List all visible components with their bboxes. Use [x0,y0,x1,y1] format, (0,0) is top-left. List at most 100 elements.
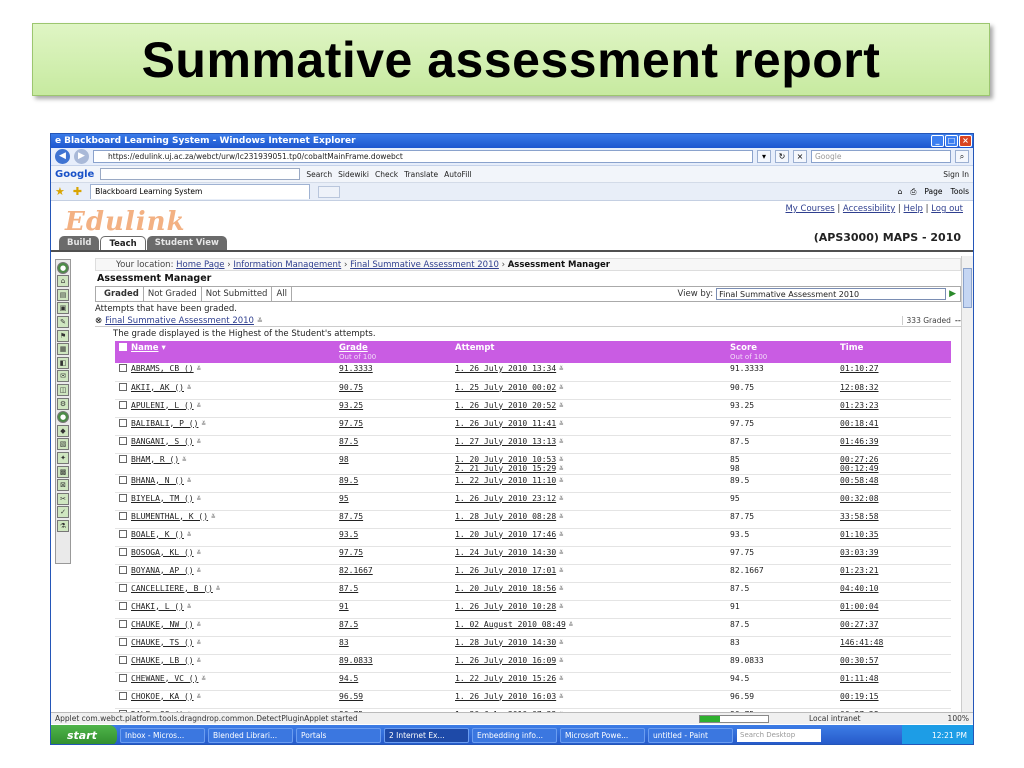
link-my-courses[interactable]: My Courses [785,204,834,214]
action-menu-icon[interactable]: ≚ [559,675,563,683]
breadcrumb-information-management[interactable]: Information Management [233,260,341,270]
student-name-link[interactable]: CANCELLIERE, B () [131,584,213,593]
tab-not-graded[interactable]: Not Graded [144,287,202,301]
action-menu-icon[interactable]: ≚ [197,365,201,373]
action-menu-icon[interactable]: ≚ [559,639,563,647]
student-name-link[interactable]: BHAM, R () [131,455,179,464]
back-arrow-icon[interactable]: ◀ [55,149,70,164]
go-arrow-icon[interactable]: ▶ [949,289,956,299]
home-icon[interactable]: ⌂ [898,187,903,197]
time-link[interactable]: 00:32:08 [840,494,879,503]
action-menu-icon[interactable]: ≚ [559,513,563,521]
attempt-link[interactable]: 1. 22 July 2010 15:26 [455,674,556,683]
action-menu-icon[interactable]: ≚ [197,621,201,629]
tool-icon[interactable]: ✓ [57,506,69,519]
tool-icon[interactable]: ⚗ [57,519,69,532]
time-link[interactable]: 00:27:37 [840,620,879,629]
attempt-link[interactable]: 1. 26 July 2010 17:01 [455,566,556,575]
student-name-link[interactable]: CHAUKE, LB () [131,656,194,665]
action-menu-icon[interactable]: ≚ [197,438,201,446]
attempt-link[interactable]: 1. 20 July 2010 10:53 [455,455,556,464]
maximize-icon[interactable]: □ [945,135,958,147]
row-checkbox[interactable] [119,691,127,700]
search-input[interactable]: Google [811,150,951,163]
attempt-link[interactable]: 1. 25 July 2010 00:02 [455,383,556,392]
time-link[interactable]: 00:58:48 [840,476,879,485]
action-menu-icon[interactable]: ≚ [559,657,563,665]
attempt-link[interactable]: 1. 28 July 2010 14:30 [455,638,556,647]
row-checkbox[interactable] [119,583,127,592]
time-link[interactable]: 00:12:49 [840,464,879,473]
grade-link[interactable]: 97.75 [339,548,363,557]
page-menu[interactable]: Page [924,187,942,197]
forward-arrow-icon[interactable]: ▶ [74,149,89,164]
assessment-link[interactable]: Final Summative Assessment 2010 [105,316,254,326]
google-search-input[interactable] [100,168,301,180]
col-grade[interactable]: Grade Out of 100 [335,341,451,363]
taskbar-item[interactable]: 2 Internet Ex... [384,728,469,743]
tab-teach[interactable]: Teach [100,236,146,251]
tools-menu[interactable]: Tools [951,187,969,197]
time-link[interactable]: 04:40:10 [840,584,879,593]
window-titlebar[interactable]: e Blackboard Learning System - Windows I… [51,134,973,148]
action-menu-icon[interactable]: ≚ [211,513,215,521]
row-checkbox[interactable] [119,529,127,538]
translate-button[interactable]: Translate [404,170,438,179]
tool-icon[interactable]: ✂ [57,492,69,505]
stop-icon[interactable]: × [793,150,807,163]
attempt-link[interactable]: 1. 20 July 2010 17:46 [455,530,556,539]
check-button[interactable]: Check [375,170,398,179]
zoom-level[interactable]: 100% [909,714,969,723]
grade-link[interactable]: 94.5 [339,674,358,683]
taskbar-item[interactable]: Blended Librari... [208,728,293,743]
time-link[interactable]: 01:23:21 [840,566,879,575]
new-tab-button[interactable] [318,185,341,198]
grade-link[interactable]: 91.3333 [339,364,373,373]
attempt-link[interactable]: 1. 28 July 2010 08:28 [455,512,556,521]
action-menu-icon[interactable]: ≚ [559,402,563,410]
tool-icon[interactable]: ▩ [57,465,69,478]
action-menu-icon[interactable]: ≚ [197,402,201,410]
tool-icon[interactable]: ▦ [57,343,69,356]
row-checkbox[interactable] [119,382,127,391]
taskbar-item[interactable]: Inbox - Micros... [120,728,205,743]
action-menu-icon[interactable]: ≚ [257,317,263,325]
action-menu-icon[interactable]: ≚ [197,639,201,647]
student-name-link[interactable]: BOYANA, AP () [131,566,194,575]
row-checkbox[interactable] [119,400,127,409]
start-button[interactable]: start [51,725,117,744]
grade-link[interactable]: 96.59 [339,692,363,701]
google-search-button[interactable]: Search [306,170,332,179]
action-menu-icon[interactable]: ≚ [197,657,201,665]
tool-icon[interactable]: ◫ [57,383,69,396]
action-menu-icon[interactable]: ≚ [559,438,563,446]
row-checkbox[interactable] [119,655,127,664]
attempt-link[interactable]: 1. 26 July 2010 23:12 [455,494,556,503]
grade-link[interactable]: 87.5 [339,620,358,629]
taskbar-item[interactable]: Microsoft Powe... [560,728,645,743]
action-menu-icon[interactable]: ≚ [559,384,563,392]
grade-link[interactable]: 91 [339,602,349,611]
time-link[interactable]: 01:00:04 [840,602,879,611]
grade-link[interactable]: 87.5 [339,437,358,446]
student-name-link[interactable]: BALIBALI, P () [131,419,198,428]
tab-build[interactable]: Build [59,236,100,251]
action-menu-icon[interactable]: ≚ [201,420,205,428]
grade-link[interactable]: 93.5 [339,530,358,539]
time-link[interactable]: 01:23:23 [840,401,879,410]
student-name-link[interactable]: CHEWANE, VC () [131,674,198,683]
action-menu-icon[interactable]: ≚ [559,495,563,503]
attempt-link[interactable]: 1. 26 July 2010 11:41 [455,419,556,428]
add-favorites-icon[interactable]: ✚ [73,185,82,198]
action-menu-icon[interactable]: ≚ [559,603,563,611]
time-link[interactable]: 00:30:57 [840,656,879,665]
time-link[interactable]: 01:10:27 [840,364,879,373]
tool-icon[interactable]: ▣ [57,302,69,315]
grade-link[interactable]: 83 [339,638,349,647]
row-checkbox[interactable] [119,637,127,646]
tab-not-submitted[interactable]: Not Submitted [202,287,273,301]
tool-icon[interactable]: ◆ [57,424,69,437]
attempt-link[interactable]: 2. 21 July 2010 15:29 [455,464,556,473]
student-name-link[interactable]: BLUMENTHAL, K () [131,512,208,521]
tool-icon[interactable]: ◧ [57,356,69,369]
